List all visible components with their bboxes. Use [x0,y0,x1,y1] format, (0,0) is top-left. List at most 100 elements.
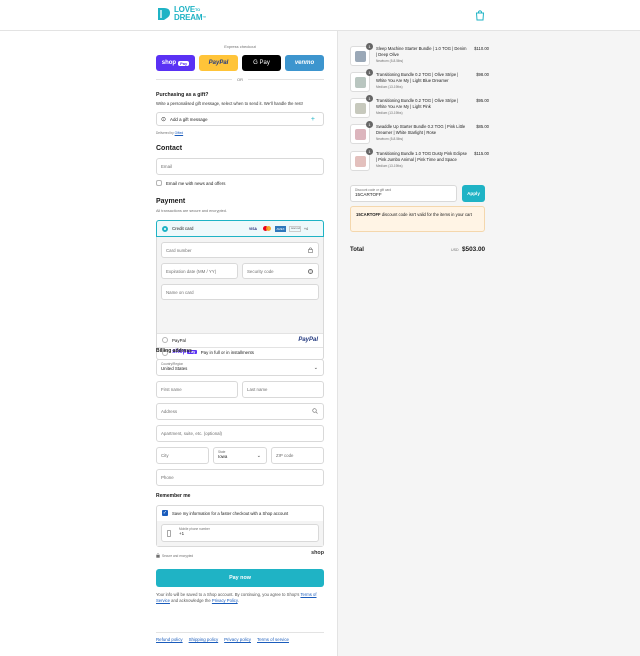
phone-icon [167,530,171,538]
apartment-placeholder: Apartment, suite, etc. (optional) [161,431,223,436]
more-cards-count: +4 [304,226,308,231]
card-number-field[interactable]: Card number [161,242,319,258]
credit-card-option[interactable]: Credit card VISA AMEX DISCOVER +4 [156,220,324,237]
email-placeholder: Email [161,164,172,169]
header: LOVETO DREAM™ [0,0,640,31]
zip-placeholder: ZIP code [276,453,294,458]
paypal-option[interactable]: PayPal PayPal [157,334,323,347]
discount-value: 15CARTOFF [355,192,382,197]
checkout-form: Express checkout shop Pay PayPal G Pay v… [156,31,324,656]
or-divider: OR [156,77,324,82]
phone-field[interactable]: Phone [156,469,324,486]
gift-description: Write a personalised gift message, selec… [156,101,303,106]
item-price: $98.00 [476,72,489,77]
shop-pay-button[interactable]: shop Pay [156,55,195,71]
payment-methods: Credit card VISA AMEX DISCOVER +4 Card n… [156,220,324,360]
credit-card-radio[interactable] [162,226,168,232]
terms-of-service-link[interactable]: Terms of service [257,637,289,642]
amex-icon: AMEX [275,225,286,232]
save-info-label: Save my information for a faster checkou… [172,510,289,516]
apply-button[interactable]: Apply [462,185,485,202]
total-label: Total [350,247,364,253]
newsletter-option[interactable]: Email me with news and offers [156,180,225,186]
item-price: $85.00 [476,124,489,129]
mobile-phone-field[interactable]: Mobile phone number +1 [161,524,319,542]
lock-icon [308,247,313,254]
expiry-placeholder: Expiration date (MM / YY) [166,268,217,274]
security-code-field[interactable]: Security code ? [242,263,319,279]
currency-label: USD [451,248,459,252]
shop-pay-badge: Pay [178,60,190,66]
venmo-button[interactable]: venmo [285,55,324,71]
country-select[interactable]: Country/Region United States ⌄ [156,359,324,376]
order-item: 1 Transitioning Bundle 0.2 TOG | Olive S… [350,95,489,122]
legal-text: Your info will be saved to a Shop accoun… [156,592,324,604]
google-pay-label: G Pay [253,60,270,66]
country-value: United States [161,366,188,371]
email-field[interactable]: Email [156,158,324,175]
warning-code: 15CARTOFF [356,212,381,217]
item-name: Sleep Machine Starter Bundle | 1.0 TOG |… [376,46,467,57]
billing-title: Billing address [156,348,192,354]
last-name-field[interactable]: Last name [242,381,324,398]
cvv-placeholder: Security code [247,268,274,274]
shop-privacy-link[interactable]: Privacy Policy [212,598,238,603]
quantity-badge: 1 [366,95,373,102]
chevron-down-icon: ⌄ [256,453,261,459]
city-field[interactable]: City [156,447,209,464]
item-variant: Medium (13-19lbs) [376,85,403,89]
brand-logo[interactable]: LOVETO DREAM™ [156,6,206,22]
paypal-express-button[interactable]: PayPal [199,55,238,71]
plus-icon: + [310,115,315,123]
contact-title: Contact [156,145,183,152]
apartment-field[interactable]: Apartment, suite, etc. (optional) [156,425,324,442]
shopping-bag-icon[interactable] [475,9,485,21]
discount-warning: 15CARTOFF discount code isn't valid for … [350,206,485,232]
zip-field[interactable]: ZIP code [271,447,324,464]
newsletter-checkbox[interactable] [156,180,162,186]
paypal-logo: PayPal [298,337,318,343]
save-info-option[interactable]: ✓ Save my information for a faster check… [162,510,288,516]
discover-icon: DISCOVER [289,225,301,232]
newsletter-label: Email me with news and offers [166,180,226,186]
refund-policy-link[interactable]: Refund policy [156,637,183,642]
search-icon [312,408,318,415]
order-item: 1 Transitioning Bundle 1.0 TOG Dusty Pin… [350,148,489,177]
shop-pay-logo: shop [161,60,177,66]
google-pay-button[interactable]: G Pay [242,55,281,71]
name-on-card-placeholder: Name on card [166,289,194,295]
item-variant: Medium (13-19lbs) [376,164,403,168]
shipping-policy-link[interactable]: Shipping policy [189,637,219,642]
venmo-label: venmo [294,60,315,66]
order-item: 1 Swaddle Up Starter Bundle 0.2 TOG | Pi… [350,121,489,148]
quantity-badge: 1 [366,148,373,155]
item-price: $115.00 [474,151,489,156]
address-field[interactable]: Address [156,403,324,420]
privacy-policy-link[interactable]: Privacy policy [224,637,251,642]
item-price: $110.00 [474,46,489,51]
first-name-field[interactable]: First name [156,381,238,398]
item-name: Transitioning Bundle 1.0 TOG Dusty Pink … [376,151,467,162]
payment-subtitle: All transactions are secure and encrypte… [156,209,227,213]
item-name: Transitioning Bundle 0.2 TOG | Olive Str… [376,72,459,83]
paypal-radio[interactable] [162,337,168,343]
pay-now-label: Pay now [229,575,251,581]
phone-placeholder: Phone [161,475,174,480]
footer-divider [156,632,324,633]
brand-line2: DREAM [174,13,203,23]
add-gift-message-button[interactable]: ⊙ Add a gift message + [156,112,324,126]
pay-now-button[interactable]: Pay now [156,569,324,587]
save-info-checkbox[interactable]: ✓ [162,510,168,516]
expiry-field[interactable]: Expiration date (MM / YY) [161,263,238,279]
order-summary: 1 Sleep Machine Starter Bundle | 1.0 TOG… [337,31,640,656]
card-number-placeholder: Card number [166,247,192,253]
order-item: 1 Transitioning Bundle 0.2 TOG | Olive S… [350,69,489,96]
name-on-card-field[interactable]: Name on card [161,284,319,300]
gifted-link[interactable]: Gifted [175,131,184,135]
state-select[interactable]: State Iowa ⌄ [213,447,267,464]
help-icon[interactable]: ? [308,268,313,274]
shop-logo: shop [311,550,324,556]
discount-code-field[interactable]: Discount code or gift card 15CARTOFF [350,185,457,202]
item-price: $95.00 [476,98,489,103]
brand-to: TO [194,7,201,12]
